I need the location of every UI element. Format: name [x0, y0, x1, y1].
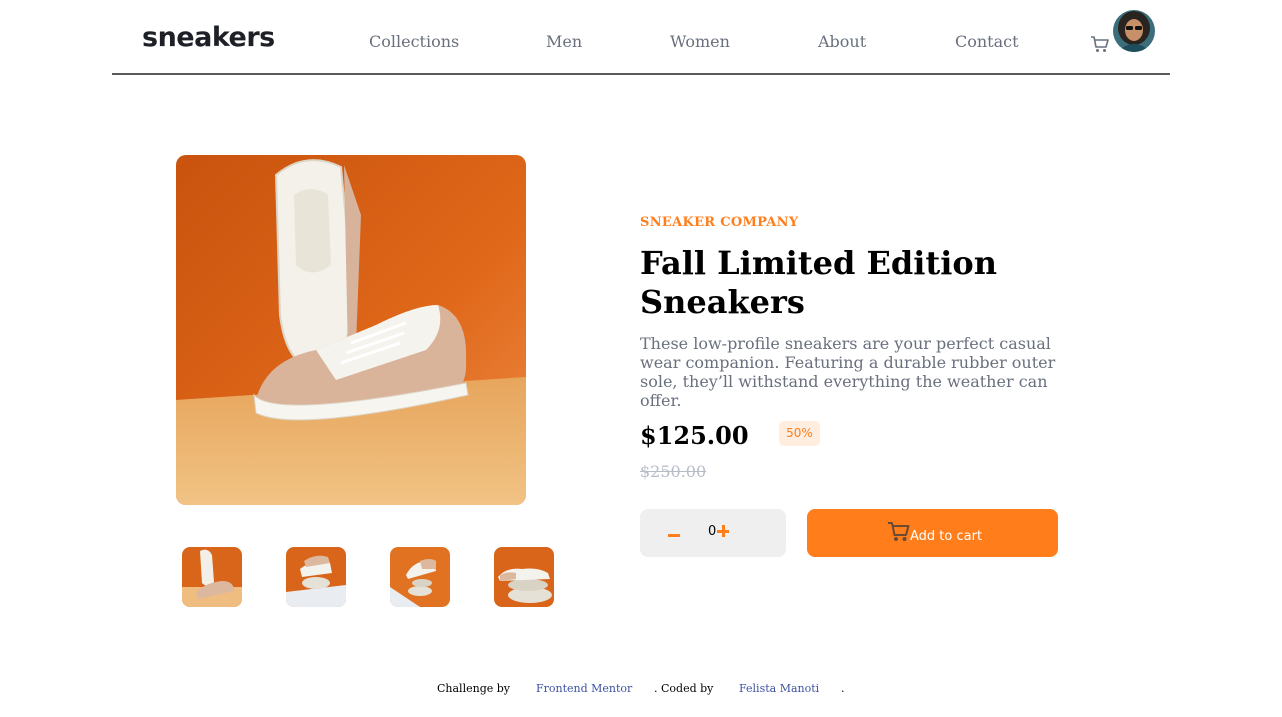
product-title: Fall Limited Edition Sneakers: [640, 244, 997, 321]
plus-icon[interactable]: [717, 525, 729, 537]
frontend-mentor-link[interactable]: Frontend Mentor: [536, 682, 632, 695]
header-divider: [112, 73, 1170, 75]
nav-men[interactable]: Men: [546, 32, 582, 51]
author-link[interactable]: Felista Manoti: [739, 682, 819, 695]
site-logo[interactable]: sneakers: [142, 22, 275, 53]
minus-icon[interactable]: [668, 534, 680, 537]
cart-icon[interactable]: [1090, 35, 1110, 53]
nav-women[interactable]: Women: [670, 32, 730, 51]
company-name: SNEAKER COMPANY: [640, 215, 799, 230]
product-thumbnail-2[interactable]: [286, 547, 346, 607]
product-description: These low-profile sneakers are your perf…: [640, 334, 1056, 410]
cart-icon: [888, 522, 910, 541]
product-thumbnail-3[interactable]: [390, 547, 450, 607]
challenge-text: Challenge by: [437, 682, 510, 695]
product-thumbnail-4[interactable]: [494, 547, 554, 607]
quantity-value: 0: [708, 524, 717, 539]
add-to-cart-label: Add to cart: [910, 529, 983, 544]
add-to-cart-button[interactable]: Add to cart: [807, 509, 1058, 557]
product-thumbnail-1[interactable]: [182, 547, 242, 607]
original-price: $250.00: [640, 462, 707, 481]
coded-by-text: . Coded by: [654, 682, 714, 695]
current-price: $125.00: [640, 421, 749, 450]
footer-period: .: [841, 682, 845, 695]
nav-collections[interactable]: Collections: [369, 32, 459, 51]
nav-about[interactable]: About: [818, 32, 866, 51]
user-avatar[interactable]: [1113, 10, 1155, 52]
nav-contact[interactable]: Contact: [955, 32, 1019, 51]
discount-badge: 50%: [779, 421, 820, 446]
product-main-image[interactable]: [176, 155, 526, 505]
quantity-stepper: 0: [640, 509, 786, 557]
avatar-icon: [1113, 10, 1155, 52]
